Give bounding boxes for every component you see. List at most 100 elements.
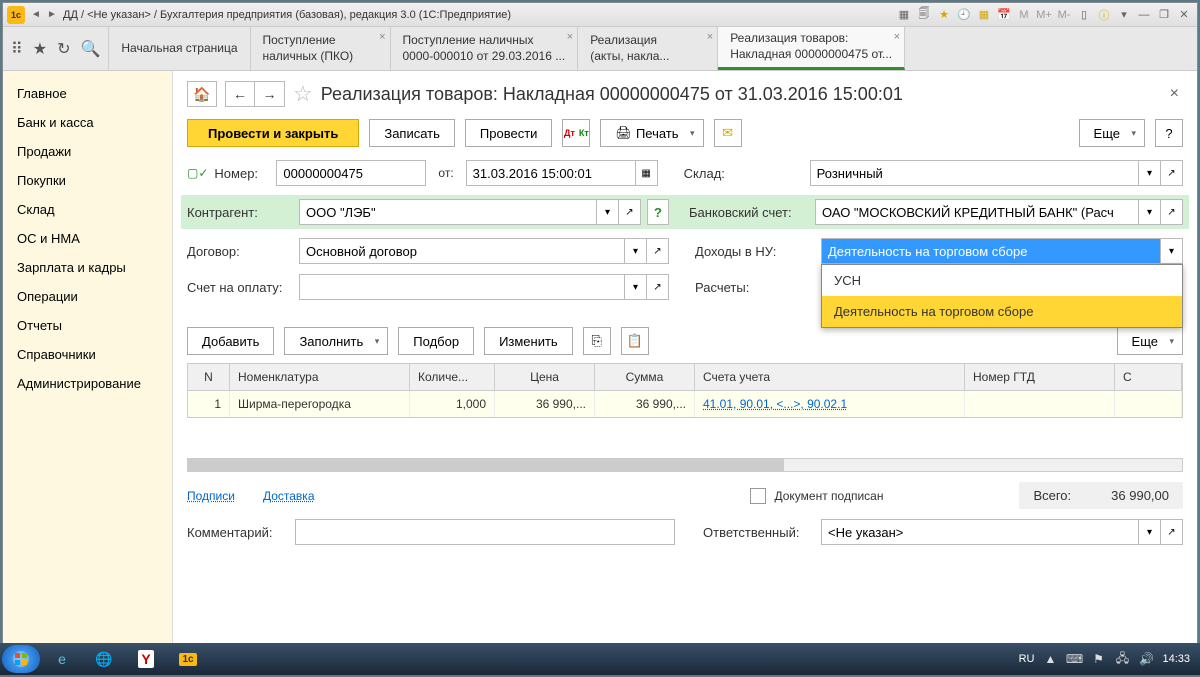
tb-m[interactable]: M — [1015, 7, 1033, 23]
sidebar-item-assets[interactable]: ОС и НМА — [3, 224, 172, 253]
task-chrome[interactable]: 🌐 — [84, 645, 124, 673]
sidebar-item-references[interactable]: Справочники — [3, 340, 172, 369]
tb-calc-icon[interactable]: ▦ — [975, 7, 993, 23]
search-icon[interactable]: 🔍 — [80, 39, 100, 59]
contractor-help-button[interactable]: ? — [647, 199, 669, 225]
tray-keyboard-icon[interactable]: ⌨ — [1066, 651, 1082, 667]
tab-pko[interactable]: Поступление наличных (ПКО)× — [251, 27, 391, 70]
contract-field[interactable] — [299, 238, 625, 264]
dropdown-icon[interactable]: ▾ — [597, 199, 619, 225]
clock[interactable]: 14:33 — [1162, 653, 1190, 665]
dropdown-option-trade[interactable]: Деятельность на торговом сборе — [822, 296, 1182, 327]
paste-button[interactable]: 📋 — [621, 327, 649, 355]
start-button[interactable] — [2, 645, 40, 673]
table-more-button[interactable]: Еще — [1117, 327, 1183, 355]
dropdown-option-usn[interactable]: УСН — [822, 265, 1182, 296]
minimize-button[interactable]: — — [1135, 7, 1153, 23]
tab-invoice[interactable]: Реализация товаров: Накладная 0000000047… — [718, 27, 905, 70]
comment-field[interactable] — [295, 519, 675, 545]
col-qty[interactable]: Количе... — [410, 364, 495, 390]
tray-up-icon[interactable]: ▲ — [1042, 651, 1058, 667]
close-document-button[interactable]: × — [1166, 81, 1183, 107]
tb-fav-icon[interactable]: ★ — [935, 7, 953, 23]
dropdown-icon[interactable]: ▾ — [625, 238, 647, 264]
signed-checkbox[interactable] — [750, 488, 766, 504]
tb-icon-3[interactable]: 🕘 — [955, 7, 973, 23]
forward-button[interactable]: → — [255, 81, 285, 107]
sidebar-item-warehouse[interactable]: Склад — [3, 195, 172, 224]
tb-icon-1[interactable]: ▦ — [895, 7, 913, 23]
tab-home[interactable]: Начальная страница — [109, 27, 250, 70]
calendar-icon[interactable]: ▦ — [636, 160, 658, 186]
copy-button[interactable]: ⎘ — [583, 327, 611, 355]
col-accounts[interactable]: Счета учета — [695, 364, 965, 390]
tb-mplus[interactable]: M+ — [1035, 7, 1053, 23]
warehouse-field[interactable] — [810, 160, 1139, 186]
close-button[interactable]: ✕ — [1175, 7, 1193, 23]
sidebar-item-salary[interactable]: Зарплата и кадры — [3, 253, 172, 282]
close-icon[interactable]: × — [379, 30, 385, 44]
contractor-field[interactable] — [299, 199, 597, 225]
tab-receipt[interactable]: Поступление наличных 0000-000010 от 29.0… — [391, 27, 579, 70]
post-button[interactable]: Провести — [465, 119, 553, 147]
number-field[interactable] — [276, 160, 426, 186]
help-button[interactable]: ? — [1155, 119, 1183, 147]
dropdown-icon[interactable]: ▾ — [1161, 238, 1183, 264]
back-button[interactable]: ← — [225, 81, 255, 107]
star-icon[interactable]: ★ — [33, 39, 47, 59]
more-button[interactable]: Еще — [1079, 119, 1145, 147]
add-button[interactable]: Добавить — [187, 327, 274, 355]
open-icon[interactable]: ↗ — [647, 274, 669, 300]
tray-network-icon[interactable]: 🖧 — [1114, 651, 1130, 667]
tb-mminus[interactable]: M- — [1055, 7, 1073, 23]
dropdown-icon[interactable]: ▾ — [1139, 199, 1161, 225]
tb-cal-icon[interactable]: 📅 — [995, 7, 1013, 23]
tb-info-icon[interactable]: ⓘ — [1095, 7, 1113, 23]
col-sum[interactable]: Сумма — [595, 364, 695, 390]
task-yandex[interactable]: Y — [126, 645, 166, 673]
lang-indicator[interactable]: RU — [1019, 653, 1035, 665]
print-button[interactable]: 🖨Печать — [600, 119, 703, 147]
bank-field[interactable] — [815, 199, 1139, 225]
sidebar-item-purchases[interactable]: Покупки — [3, 166, 172, 195]
dropdown-icon[interactable]: ▾ — [625, 274, 647, 300]
delivery-link[interactable]: Доставка — [263, 489, 315, 503]
close-icon[interactable]: × — [567, 30, 573, 44]
open-icon[interactable]: ↗ — [619, 199, 641, 225]
close-icon[interactable]: × — [894, 30, 900, 44]
table-row[interactable]: 1 Ширма-перегородка 1,000 36 990,... 36 … — [188, 391, 1182, 417]
invoice-field[interactable] — [299, 274, 625, 300]
dropdown-icon[interactable]: ▾ — [1139, 160, 1161, 186]
col-name[interactable]: Номенклатура — [230, 364, 410, 390]
nav-fwd-icon[interactable]: ► — [45, 8, 59, 22]
apps-icon[interactable]: ⠿ — [11, 39, 23, 59]
maximize-button[interactable]: ❐ — [1155, 7, 1173, 23]
col-price[interactable]: Цена — [495, 364, 595, 390]
nav-back-icon[interactable]: ◄ — [29, 8, 43, 22]
col-extra[interactable]: С — [1115, 364, 1182, 390]
sidebar-item-operations[interactable]: Операции — [3, 282, 172, 311]
fill-button[interactable]: Заполнить — [284, 327, 388, 355]
signatures-link[interactable]: Подписи — [187, 489, 235, 503]
sidebar-item-bank[interactable]: Банк и касса — [3, 108, 172, 137]
close-icon[interactable]: × — [707, 30, 713, 44]
sidebar-item-admin[interactable]: Администрирование — [3, 369, 172, 398]
tb-dd[interactable]: ▾ — [1115, 7, 1133, 23]
select-button[interactable]: Подбор — [398, 327, 474, 355]
mail-button[interactable]: ✉ — [714, 119, 742, 147]
write-button[interactable]: Записать — [369, 119, 455, 147]
open-icon[interactable]: ↗ — [1161, 519, 1183, 545]
responsible-field[interactable] — [821, 519, 1139, 545]
home-button[interactable]: 🏠 — [187, 81, 217, 107]
sidebar-item-main[interactable]: Главное — [3, 79, 172, 108]
open-icon[interactable]: ↗ — [1161, 160, 1183, 186]
favorite-icon[interactable]: ☆ — [293, 81, 313, 107]
accounts-link[interactable]: 41.01, 90.01, <...>, 90.02.1 — [695, 391, 965, 417]
dtct-button[interactable]: ДтКт — [562, 119, 590, 147]
date-field[interactable] — [466, 160, 636, 186]
tb-icon-2[interactable]: 🗐 — [915, 7, 933, 23]
sidebar-item-sales[interactable]: Продажи — [3, 137, 172, 166]
col-n[interactable]: N — [188, 364, 230, 390]
income-field[interactable] — [821, 238, 1161, 264]
tb-icon-4[interactable]: ▯ — [1075, 7, 1093, 23]
